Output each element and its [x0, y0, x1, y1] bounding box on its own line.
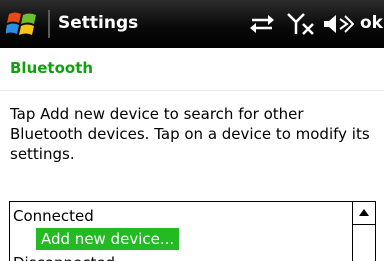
windows-flag-icon[interactable] [5, 8, 40, 40]
section-title: Bluetooth [10, 59, 94, 77]
ok-button[interactable]: ok [360, 11, 383, 35]
window-title: Settings [58, 13, 139, 33]
list-group-connected: Connected [13, 207, 94, 225]
sync-arrows-icon[interactable] [248, 12, 276, 36]
title-separator [48, 10, 50, 38]
add-new-device-item[interactable]: Add new device... [36, 228, 180, 250]
list-scrollbar[interactable] [352, 202, 375, 261]
section-header: Bluetooth [0, 48, 384, 91]
arrow-up-icon [359, 209, 369, 216]
volume-muted-icon[interactable] [322, 12, 355, 36]
instructions-text: Tap Add new device to search for other B… [10, 105, 370, 163]
device-list[interactable]: Connected Add new device... Disconnected [9, 201, 376, 261]
title-bar: Settings ok [0, 0, 384, 48]
scroll-up-button[interactable] [353, 202, 375, 225]
no-signal-icon[interactable] [286, 12, 316, 36]
